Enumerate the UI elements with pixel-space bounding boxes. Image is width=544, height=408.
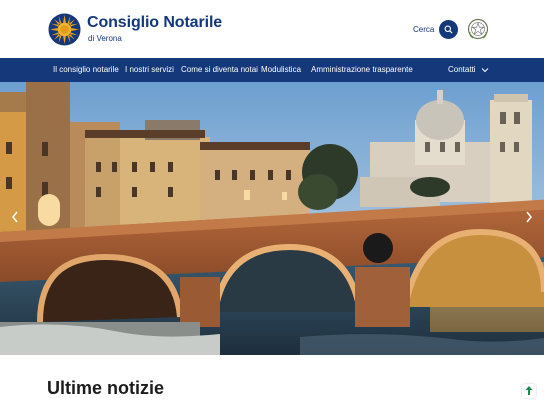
search-label[interactable]: Cerca [413, 25, 434, 34]
news-section-title: Ultime notizie [47, 378, 165, 398]
logo-sun-icon[interactable] [48, 13, 81, 46]
hero-carousel[interactable] [0, 82, 544, 355]
chevron-left-icon[interactable] [10, 210, 20, 224]
arrow-up-icon [525, 386, 533, 395]
search-button[interactable] [439, 20, 458, 39]
hero-image [0, 82, 544, 355]
nav-item-modulistica[interactable]: Modulistica [261, 65, 301, 74]
chevron-down-icon[interactable] [481, 66, 489, 74]
main-navigation: Il consiglio notarile I nostri servizi C… [0, 58, 544, 82]
nav-item-amministrazione[interactable]: Amministrazione trasparente [311, 65, 413, 74]
nav-item-consiglio[interactable]: Il consiglio notarile [53, 65, 119, 74]
chevron-right-icon[interactable] [524, 210, 534, 224]
site-title[interactable]: Consiglio Notarile [87, 14, 222, 32]
nav-item-contatti[interactable]: Contatti [448, 65, 476, 74]
emblem-icon [467, 18, 489, 40]
search-icon [444, 25, 453, 34]
nav-item-diventa-notai[interactable]: Come si diventa notai [181, 65, 258, 74]
back-to-top-button[interactable] [522, 384, 536, 398]
site-subtitle: di Verona [88, 34, 122, 43]
site-header: Consiglio Notarile di Verona Cerca [0, 0, 544, 58]
nav-item-servizi[interactable]: I nostri servizi [125, 65, 174, 74]
